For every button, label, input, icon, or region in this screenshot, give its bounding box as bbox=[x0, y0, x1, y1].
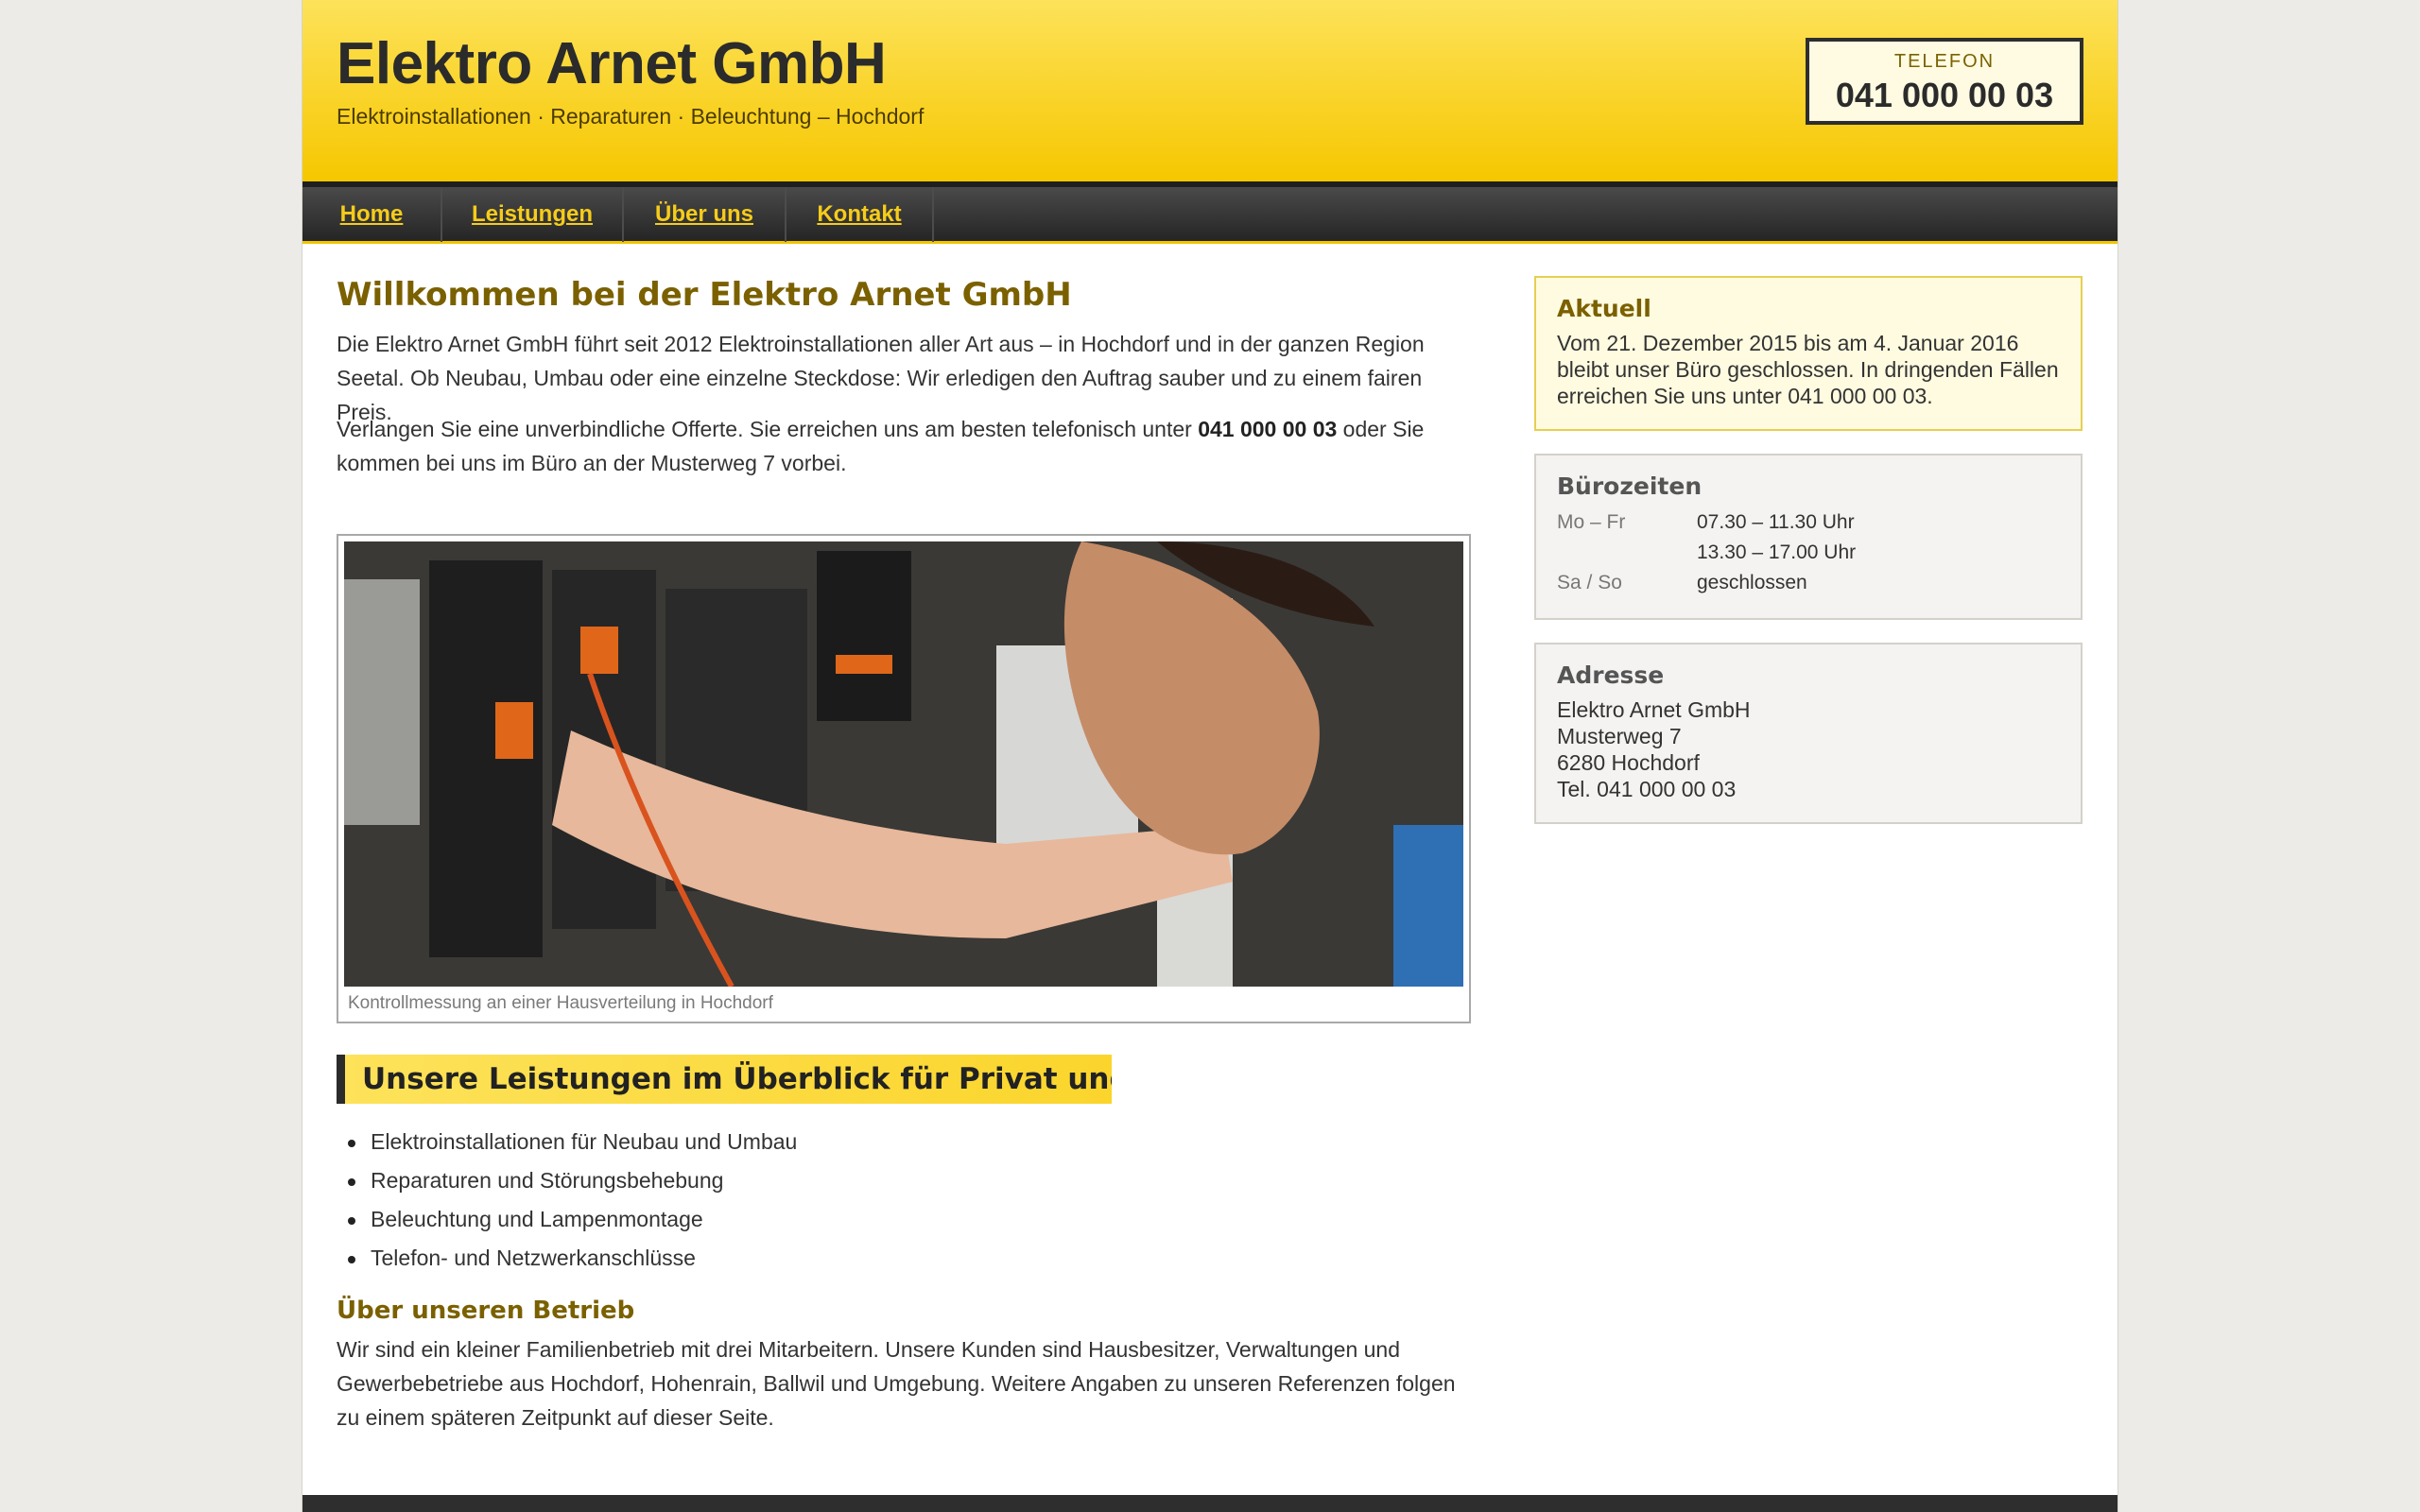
hours-row: Sa / So geschlossen bbox=[1557, 568, 2060, 598]
news-title: Aktuell bbox=[1557, 295, 1651, 322]
electrician-photo bbox=[344, 541, 1463, 987]
address-box: Adresse Elektro Arnet GmbH Musterweg 7 6… bbox=[1534, 643, 2083, 824]
page: Elektro Arnet GmbH Elektroinstallationen… bbox=[302, 0, 2118, 1512]
address-line: Tel. 041 000 00 03 bbox=[1557, 777, 1737, 801]
nav-ueber-uns[interactable]: Über uns bbox=[624, 187, 786, 242]
site-title[interactable]: Elektro Arnet GmbH bbox=[337, 30, 887, 97]
phone-label: TELEFON bbox=[1893, 51, 1996, 72]
hours-day bbox=[1557, 538, 1697, 568]
site-tagline: Elektroinstallationen · Reparaturen · Be… bbox=[337, 104, 925, 129]
address-line: 6280 Hochdorf bbox=[1557, 750, 1700, 775]
phone-number[interactable]: 041 000 00 03 bbox=[1809, 76, 2080, 115]
address-line: Elektro Arnet GmbH bbox=[1557, 697, 1751, 722]
phone-box: TELEFON 041 000 00 03 bbox=[1806, 38, 2083, 125]
offer-text-before: Verlangen Sie eine unverbindliche Offert… bbox=[337, 417, 1199, 441]
page-title: Willkommen bei der Elektro Arnet GmbH bbox=[337, 276, 1072, 314]
hours-time: 13.30 – 17.00 Uhr bbox=[1697, 541, 1857, 563]
nav-kontakt[interactable]: Kontakt bbox=[786, 187, 934, 242]
hours-day: Sa / So bbox=[1557, 572, 1622, 593]
list-item: Reparaturen und Störungsbehebung bbox=[337, 1161, 1376, 1200]
address-title: Adresse bbox=[1557, 662, 1665, 689]
hours-time: geschlossen bbox=[1697, 572, 1807, 593]
site-footer bbox=[302, 1495, 2118, 1512]
news-text: Vom 21. Dezember 2015 bis am 4. Januar 2… bbox=[1557, 331, 2059, 408]
about-paragraph: Wir sind ein kleiner Familienbetrieb mit… bbox=[337, 1337, 1456, 1430]
main-nav: Home Leistungen Über uns Kontakt bbox=[302, 181, 2118, 244]
about-heading: Über unseren Betrieb bbox=[337, 1297, 635, 1325]
site-header: Elektro Arnet GmbH Elektroinstallationen… bbox=[302, 0, 2118, 181]
list-item: Elektroinstallationen für Neubau und Umb… bbox=[337, 1123, 1376, 1161]
list-item: Beleuchtung und Lampenmontage bbox=[337, 1200, 1376, 1239]
address-line: Musterweg 7 bbox=[1557, 724, 1682, 748]
list-item: Telefon- und Netzwerkanschlüsse bbox=[337, 1239, 1376, 1278]
hours-row: Mo – Fr 07.30 – 11.30 Uhr bbox=[1557, 507, 2060, 538]
offer-paragraph: Verlangen Sie eine unverbindliche Offert… bbox=[337, 412, 1471, 480]
news-box: Aktuell Vom 21. Dezember 2015 bis am 4. … bbox=[1534, 276, 2083, 431]
nav-home[interactable]: Home bbox=[302, 187, 442, 242]
nav-leistungen[interactable]: Leistungen bbox=[442, 187, 624, 242]
office-hours-box: Bürozeiten Mo – Fr 07.30 – 11.30 Uhr 13.… bbox=[1534, 454, 2083, 620]
photo-figure: Kontrollmessung an einer Hausverteilung … bbox=[337, 534, 1471, 1023]
photo-caption: Kontrollmessung an einer Hausverteilung … bbox=[348, 993, 773, 1013]
services-heading: Unsere Leistungen im Überblick für Priva… bbox=[337, 1055, 1112, 1104]
services-list: Elektroinstallationen für Neubau und Umb… bbox=[337, 1123, 1376, 1278]
office-hours-title: Bürozeiten bbox=[1557, 472, 1703, 500]
hours-time: 07.30 – 11.30 Uhr bbox=[1697, 511, 1855, 533]
offer-phone: 041 000 00 03 bbox=[1198, 417, 1338, 441]
hours-day: Mo – Fr bbox=[1557, 511, 1626, 533]
photo-illustration bbox=[344, 541, 1463, 987]
hours-row: 13.30 – 17.00 Uhr bbox=[1557, 538, 2060, 568]
